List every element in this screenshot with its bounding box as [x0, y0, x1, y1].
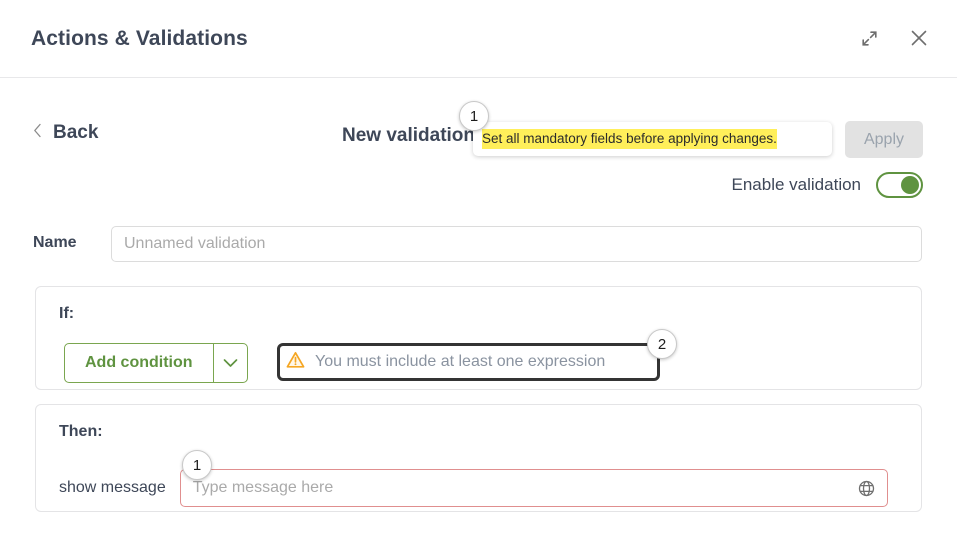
- globe-icon[interactable]: [847, 470, 887, 506]
- annotation-badge-warning: 2: [647, 329, 677, 359]
- enable-validation-row: Enable validation: [732, 172, 923, 198]
- name-input[interactable]: [111, 226, 922, 262]
- enable-validation-toggle[interactable]: [876, 172, 923, 198]
- if-label: If:: [59, 305, 75, 322]
- warning-highlight-box: [277, 343, 660, 381]
- toggle-knob: [901, 176, 919, 194]
- close-icon[interactable]: [905, 24, 933, 52]
- enable-validation-label: Enable validation: [731, 175, 861, 194]
- then-card: Then: show message: [35, 404, 922, 512]
- apply-button[interactable]: Apply: [845, 121, 923, 158]
- show-message-label: show message: [59, 479, 166, 496]
- message-input-wrapper: [179, 469, 888, 507]
- show-message-row: show message: [59, 469, 888, 507]
- tooltip-text: Set all mandatory fields before applying…: [482, 128, 777, 150]
- header-actions: [855, 24, 933, 52]
- name-row: Name: [0, 226, 957, 262]
- then-label: Then:: [59, 423, 103, 440]
- mandatory-fields-tooltip: Set all mandatory fields before applying…: [473, 122, 832, 156]
- chevron-down-icon[interactable]: [214, 344, 247, 382]
- expand-icon[interactable]: [855, 24, 883, 52]
- dialog-header: Actions & Validations: [0, 0, 957, 78]
- page-title: Actions & Validations: [31, 27, 248, 50]
- add-condition-label: Add condition: [85, 354, 193, 371]
- annotation-badge-tooltip: 1: [459, 101, 489, 131]
- name-label: Name: [33, 234, 77, 251]
- add-condition-button[interactable]: Add condition: [64, 343, 248, 383]
- annotation-badge-message: 1: [182, 450, 212, 480]
- message-input[interactable]: [180, 470, 847, 506]
